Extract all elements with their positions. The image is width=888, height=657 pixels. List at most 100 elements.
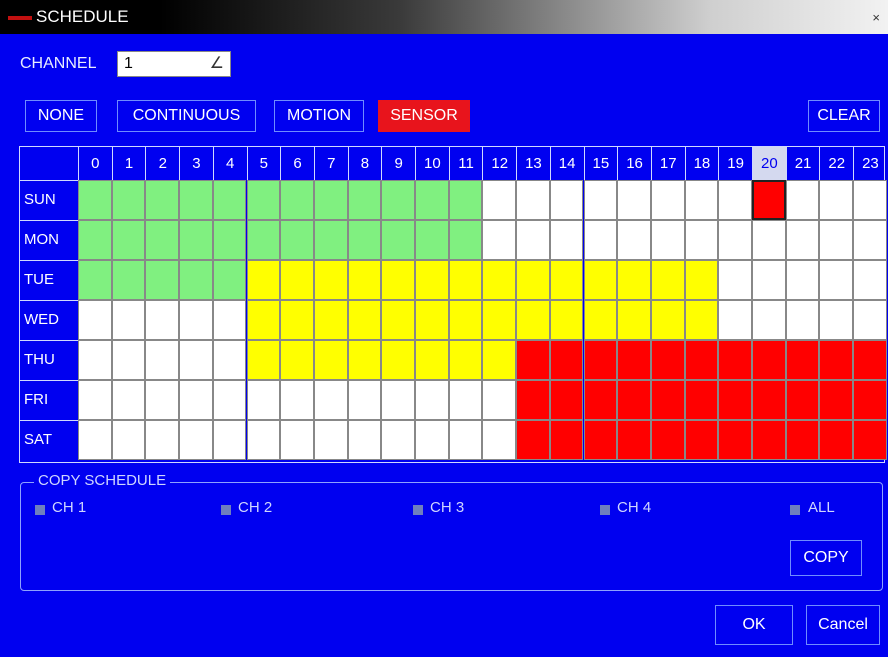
schedule-cell[interactable] [448,220,483,260]
all-checkbox[interactable] [790,505,800,515]
schedule-cell[interactable] [78,300,112,340]
schedule-cell[interactable] [78,260,112,300]
schedule-cell[interactable] [111,180,146,220]
schedule-cell[interactable] [785,380,820,420]
schedule-cell[interactable] [415,260,449,300]
schedule-cell[interactable] [617,340,651,380]
schedule-cell[interactable] [853,340,887,380]
schedule-cell[interactable] [347,300,382,340]
schedule-cell[interactable] [145,340,180,380]
schedule-cell[interactable] [179,220,213,260]
schedule-cell[interactable] [381,220,415,260]
schedule-cell[interactable] [819,220,854,260]
schedule-cell[interactable] [280,220,314,260]
sensor-button[interactable]: SENSOR [378,100,470,132]
schedule-cell[interactable] [347,420,382,460]
schedule-cell[interactable] [583,260,618,300]
schedule-cell[interactable] [752,420,786,460]
schedule-cell[interactable] [448,300,483,340]
schedule-cell[interactable] [752,300,786,340]
schedule-cell[interactable] [819,180,854,220]
schedule-cell[interactable] [381,300,415,340]
continuous-button[interactable]: CONTINUOUS [117,100,256,132]
schedule-cell[interactable] [684,380,719,420]
schedule-cell[interactable] [212,340,247,380]
schedule-cell[interactable] [246,300,281,340]
cancel-button[interactable]: Cancel [806,605,880,645]
schedule-cell[interactable] [853,300,887,340]
schedule-cell[interactable] [145,220,180,260]
schedule-cell[interactable] [650,340,685,380]
schedule-cell[interactable] [313,220,348,260]
schedule-cell[interactable] [482,220,517,260]
schedule-cell[interactable] [819,260,854,300]
schedule-cell[interactable] [785,300,820,340]
schedule-cell[interactable] [853,260,887,300]
schedule-cell[interactable] [718,340,752,380]
schedule-cell[interactable] [111,420,146,460]
schedule-cell[interactable] [785,420,820,460]
schedule-cell[interactable] [246,260,281,300]
schedule-cell[interactable] [516,220,550,260]
schedule-cell[interactable] [853,380,887,420]
schedule-cell[interactable] [583,300,618,340]
schedule-cell[interactable] [650,260,685,300]
none-button[interactable]: NONE [25,100,97,132]
motion-button[interactable]: MOTION [274,100,364,132]
schedule-cell[interactable] [482,420,517,460]
schedule-cell[interactable] [482,340,517,380]
schedule-cell[interactable] [752,380,786,420]
schedule-cell[interactable] [718,220,752,260]
schedule-cell[interactable] [448,420,483,460]
schedule-cell[interactable] [650,380,685,420]
schedule-cell[interactable] [212,220,247,260]
schedule-cell[interactable] [246,380,281,420]
schedule-cell[interactable] [617,420,651,460]
schedule-cell[interactable] [179,380,213,420]
schedule-cell[interactable] [280,380,314,420]
schedule-cell[interactable] [752,260,786,300]
schedule-cell[interactable] [718,300,752,340]
schedule-cell[interactable] [617,300,651,340]
schedule-cell[interactable] [819,380,854,420]
schedule-cell[interactable] [617,220,651,260]
channel-select[interactable]: 1 ∠ [117,51,231,77]
schedule-cell[interactable] [650,300,685,340]
clear-button[interactable]: CLEAR [808,100,880,132]
schedule-cell[interactable] [516,300,550,340]
schedule-cell[interactable] [415,340,449,380]
schedule-cell[interactable] [549,340,584,380]
schedule-cell[interactable] [482,260,517,300]
schedule-cell[interactable] [617,260,651,300]
schedule-cell[interactable] [650,420,685,460]
copy-button[interactable]: COPY [790,540,862,576]
schedule-cell[interactable] [549,260,584,300]
schedule-cell[interactable] [347,260,382,300]
schedule-cell[interactable] [448,180,483,220]
schedule-cell[interactable] [583,420,618,460]
schedule-cell[interactable] [347,340,382,380]
schedule-cell[interactable] [111,220,146,260]
schedule-cell[interactable] [516,420,550,460]
schedule-cell[interactable] [684,420,719,460]
ch4-checkbox[interactable] [600,505,610,515]
schedule-cell[interactable] [381,420,415,460]
schedule-cell[interactable] [785,260,820,300]
schedule-grid[interactable]: 0 1 2 3 4 5 6 7 8 9 10 11 12 13 14 15 16 17 18 19 20 21 22 23 SU… [19,146,887,463]
schedule-cell[interactable] [78,340,112,380]
schedule-cell[interactable] [111,300,146,340]
schedule-cell[interactable] [853,180,887,220]
schedule-cell[interactable] [482,180,517,220]
schedule-cell[interactable] [650,180,685,220]
schedule-cell[interactable] [280,420,314,460]
schedule-cell[interactable] [785,220,820,260]
schedule-cell[interactable] [347,180,382,220]
schedule-cell[interactable] [313,420,348,460]
schedule-cell[interactable] [212,300,247,340]
schedule-cell[interactable] [179,180,213,220]
schedule-cell[interactable] [145,260,180,300]
schedule-cell[interactable] [212,420,247,460]
schedule-cell[interactable] [853,220,887,260]
schedule-cell[interactable] [617,180,651,220]
schedule-cell[interactable] [347,220,382,260]
